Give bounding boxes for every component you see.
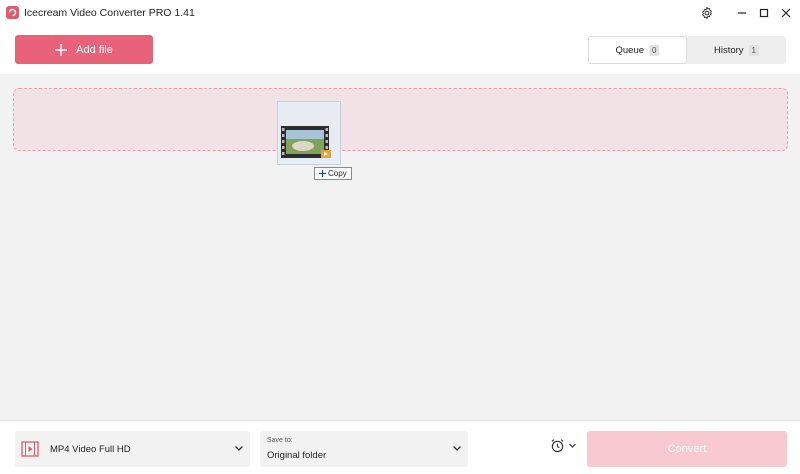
title-bar: Icecream Video Converter PRO 1.41 bbox=[0, 0, 800, 26]
chevron-down-icon bbox=[569, 443, 576, 448]
history-count-badge: 1 bbox=[748, 44, 759, 56]
tab-history-label: History bbox=[713, 44, 744, 56]
chevron-down-icon bbox=[235, 446, 243, 451]
plus-icon bbox=[55, 43, 68, 56]
alarm-clock-icon bbox=[551, 439, 564, 453]
bottom-bar: MP4 Video Full HD Save to: Original fold… bbox=[0, 420, 800, 474]
output-format-value: MP4 Video Full HD bbox=[50, 444, 131, 455]
convert-button[interactable]: Convert bbox=[587, 431, 787, 467]
copy-drag-tooltip: Copy bbox=[314, 167, 352, 180]
video-film-icon bbox=[21, 441, 39, 457]
add-file-button[interactable]: Add file bbox=[15, 35, 153, 64]
save-location-dropdown[interactable]: Save to: Original folder bbox=[260, 431, 468, 467]
timer-button[interactable] bbox=[550, 438, 577, 453]
minimize-icon bbox=[738, 12, 746, 14]
close-icon bbox=[781, 8, 791, 18]
gear-icon bbox=[702, 6, 712, 20]
maximize-icon bbox=[759, 8, 769, 18]
tab-history[interactable]: History 1 bbox=[687, 36, 786, 64]
queue-history-tabs: Queue 0 History 1 bbox=[588, 36, 786, 64]
top-toolbar: Add file Queue 0 History 1 bbox=[0, 26, 800, 74]
copy-label: Copy bbox=[328, 169, 347, 178]
tab-queue-label: Queue bbox=[615, 44, 645, 56]
file-drop-zone[interactable] bbox=[13, 88, 788, 151]
chevron-down-icon bbox=[453, 446, 461, 451]
save-to-caption: Save to: bbox=[267, 437, 293, 444]
save-to-value: Original folder bbox=[267, 450, 327, 461]
plus-small-icon bbox=[319, 170, 326, 177]
queue-count-badge: 0 bbox=[649, 44, 660, 56]
close-button[interactable] bbox=[771, 0, 800, 26]
settings-button[interactable] bbox=[692, 0, 722, 26]
tab-queue[interactable]: Queue 0 bbox=[588, 36, 687, 64]
video-file-icon bbox=[281, 126, 331, 158]
add-file-label: Add file bbox=[76, 43, 113, 56]
window-title: Icecream Video Converter PRO 1.41 bbox=[24, 7, 195, 19]
convert-label: Convert bbox=[667, 443, 707, 455]
app-logo-icon bbox=[6, 6, 19, 19]
output-format-dropdown[interactable]: MP4 Video Full HD bbox=[15, 431, 250, 467]
dragged-file-thumbnail bbox=[277, 101, 341, 165]
